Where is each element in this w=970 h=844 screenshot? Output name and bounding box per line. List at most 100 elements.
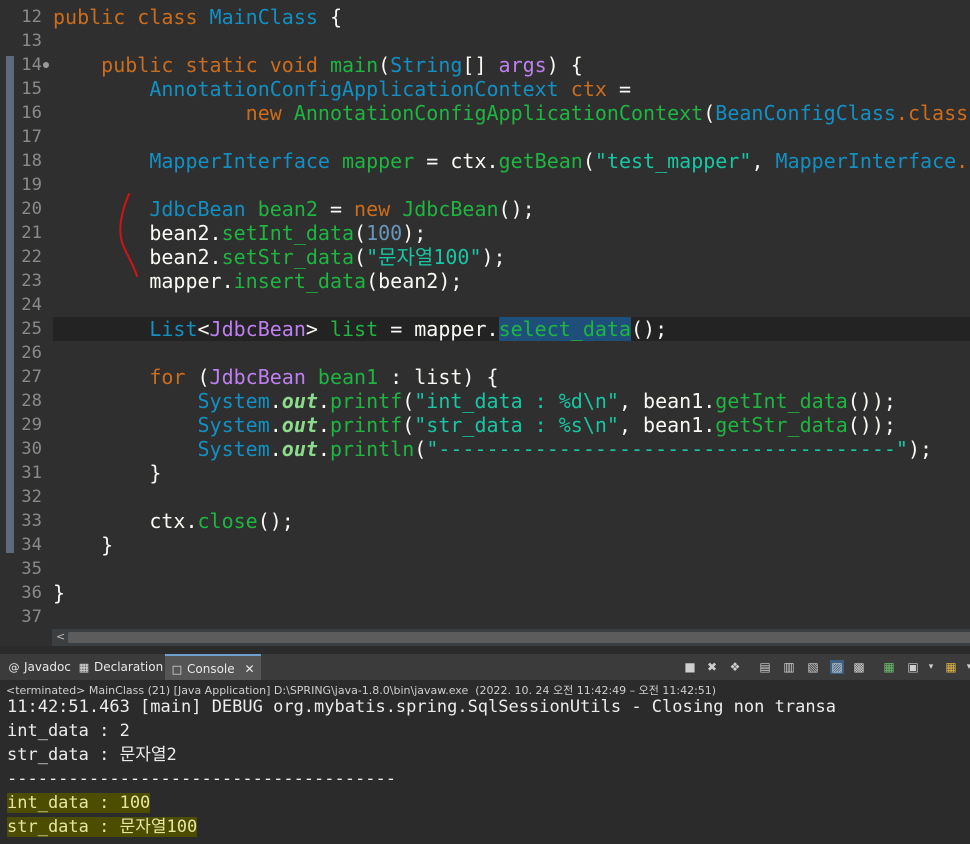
code-line[interactable] [53,125,970,149]
tab-console[interactable]: □ Console ✕ [165,654,261,680]
code-token: (); [498,197,535,221]
code-line[interactable]: new AnnotationConfigApplicationContext(B… [53,101,970,125]
console-line: str_data : 문자열100 [7,815,198,839]
code-token: ); [907,437,933,461]
show-on-output-icon[interactable]: ▨ [830,660,844,674]
terminate-icon[interactable]: ■ [683,660,697,674]
code-line[interactable]: bean2.setStr_data("문자열100"); [53,245,970,269]
horizontal-scrollbar[interactable]: < [52,629,970,646]
code-token: > [305,317,330,341]
word-wrap-icon[interactable]: ▧ [806,660,820,674]
chevron-down-icon[interactable]: ▾ [924,660,938,674]
clear-console-icon[interactable]: ▤ [758,660,772,674]
code-token: BeanConfigClass [715,101,896,125]
code-token: println [329,437,415,461]
code-line[interactable]: public static void main(String[] args) { [53,53,970,77]
code-line[interactable]: List<JdbcBean> list = mapper.select_data… [53,317,970,341]
line-number: 30 [21,439,42,459]
display-console-icon[interactable]: ▣ [906,660,920,674]
code-token: ( [378,53,391,77]
remove-launch-icon[interactable]: ✖ [705,660,719,674]
code-token: out [281,437,318,461]
code-line[interactable] [53,29,970,53]
close-icon[interactable]: ✕ [244,662,254,676]
code-token: "int_data : %d\n" [414,389,619,413]
code-line[interactable] [53,293,970,317]
line-number: 14 [21,55,42,75]
code-token: , bean1. [618,389,716,413]
show-on-error-icon[interactable]: ▩ [852,660,866,674]
code-token: ctx. [53,509,198,533]
line-number: 18 [21,151,42,171]
code-line[interactable] [53,605,970,629]
tab-declaration-label: Declaration [94,660,164,674]
console-text: int_data : 2 [7,721,130,741]
open-console-icon[interactable]: ▦ [944,660,958,674]
code-token: ()); [847,413,896,437]
code-line[interactable]: } [53,533,970,557]
code-line[interactable]: JdbcBean bean2 = new JdbcBean(); [53,197,970,221]
remove-all-icon[interactable]: ❖ [728,660,742,674]
code-token: .class [895,101,969,125]
code-line[interactable]: AnnotationConfigApplicationContext ctx = [53,77,970,101]
code-token: JdbcBean [149,197,246,221]
code-line[interactable]: ctx.close(); [53,509,970,533]
at-icon: @ [8,661,20,674]
code-token: getStr_data [715,413,848,437]
chevron-down-icon[interactable]: ▾ [962,660,970,674]
code-line[interactable]: public class MainClass { [53,5,970,29]
code-token: JdbcBean [402,197,499,221]
code-token: "문자열100" [366,245,482,269]
line-number: 36 [21,583,42,603]
console-line: -------------------------------------- [7,767,396,791]
code-token: "str_data : %s\n" [414,413,619,437]
line-number: 17 [21,127,42,147]
code-token: (); [631,317,668,341]
console-line: str_data : 문자열2 [7,743,177,767]
line-number: 28 [21,391,42,411]
code-line[interactable]: mapper.insert_data(bean2); [53,269,970,293]
code-line[interactable]: System.out.printf("int_data : %d\n", bea… [53,389,970,413]
line-number: 21 [21,223,42,243]
code-line[interactable]: System.out.printf("str_data : %s\n", bea… [53,413,970,437]
code-line[interactable] [53,557,970,581]
code-token: MainClass [209,5,318,29]
code-line[interactable] [53,341,970,365]
line-number: 34 [21,535,42,555]
code-token: for [149,365,198,389]
pin-console-icon[interactable]: ▦ [882,660,896,674]
code-line[interactable]: } [53,461,970,485]
scroll-left-icon[interactable]: < [56,630,65,643]
declaration-icon: ▦ [78,661,90,674]
fold-marker-icon[interactable] [43,62,49,68]
line-number: 16 [21,103,42,123]
tab-javadoc[interactable]: @ Javadoc [8,654,71,680]
scroll-thumb[interactable] [68,632,970,643]
code-line[interactable]: for (JdbcBean bean1 : list) { [53,365,970,389]
code-token: new [354,197,403,221]
code-token: < [197,317,210,341]
console-text: str_data : 문자열100 [7,817,198,837]
code-line[interactable]: System.out.println("--------------------… [53,437,970,461]
code-token: : list) { [390,365,499,389]
line-number: 20 [21,199,42,219]
code-token: (bean2); [366,269,463,293]
tab-declaration[interactable]: ▦ Declaration [78,654,163,680]
line-number: 24 [21,295,42,315]
code-token: [] [462,53,499,77]
code-line[interactable] [53,173,970,197]
code-editor[interactable]: 12 13 14 15 16 17 18 19 20 21 22 23 24 25 26 27 28 29 30 31… [0,0,970,629]
code-token: ( [582,149,595,173]
code-token: ( [354,245,367,269]
code-token: } [53,533,114,557]
code-line[interactable]: MapperInterface mapper = ctx.getBean("te… [53,149,970,173]
code-line[interactable] [53,485,970,509]
code-token: ( [402,413,415,437]
code-line[interactable]: bean2.setInt_data(100); [53,221,970,245]
line-number: 27 [21,367,42,387]
code-line[interactable]: } [53,581,970,605]
scroll-lock-icon[interactable]: ▥ [782,660,796,674]
